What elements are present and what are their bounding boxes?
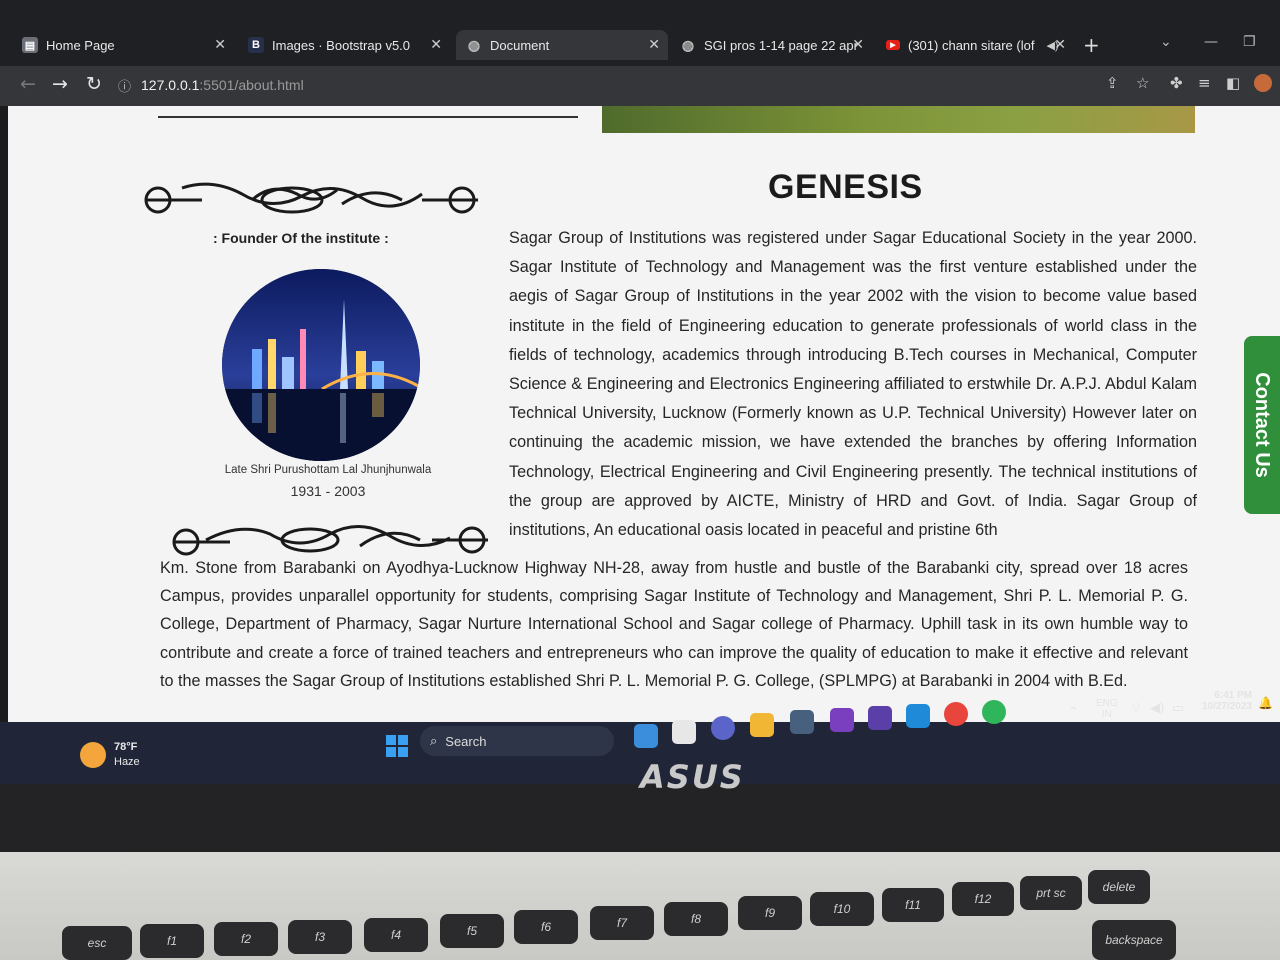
campus-banner-image	[602, 106, 1195, 133]
task-view-icon[interactable]	[672, 720, 696, 744]
info-icon[interactable]: ⓘ	[118, 76, 131, 95]
ornament-divider-top	[144, 182, 478, 214]
tab-title: Document	[490, 37, 550, 53]
vscode-icon[interactable]	[906, 704, 930, 728]
dotnet-icon[interactable]	[868, 706, 892, 730]
founder-photo	[222, 269, 420, 461]
tab-home-page[interactable]: ▤ Home Page ✕	[12, 30, 234, 60]
key-f1[interactable]: f1	[140, 924, 204, 958]
tab-title: Images · Bootstrap v5.0	[272, 37, 411, 53]
restore-icon[interactable]: ❐	[1243, 34, 1256, 50]
key-delete[interactable]: delete	[1088, 870, 1150, 904]
clock-date: 10/27/2023	[1201, 701, 1252, 712]
forward-icon[interactable]: →	[52, 73, 68, 95]
key-f4[interactable]: f4	[364, 918, 428, 952]
bootstrap-icon: B	[248, 37, 264, 53]
key-f2[interactable]: f2	[214, 922, 278, 956]
reload-icon[interactable]: ↻	[86, 73, 102, 95]
page-viewport: : Founder Of the institute : Late Shri P…	[8, 106, 1280, 734]
chrome-icon[interactable]	[944, 702, 968, 726]
new-tab-icon[interactable]: +	[1083, 33, 1100, 57]
clock[interactable]: 6:41 PM 10/27/2023	[1198, 690, 1252, 712]
youtube-icon: ▶	[886, 40, 900, 50]
minimize-icon[interactable]: —	[1204, 34, 1218, 50]
weather-widget[interactable]: 78°F Haze	[80, 740, 140, 770]
volume-icon[interactable]: ◀)	[1150, 700, 1164, 716]
founder-label: : Founder Of the institute :	[213, 230, 389, 246]
contact-us-button[interactable]: Contact Us	[1244, 336, 1280, 514]
key-f7[interactable]: f7	[590, 906, 654, 940]
globe-icon: ◍	[681, 36, 695, 53]
profile-avatar[interactable]	[1254, 74, 1272, 92]
globe-icon: ◍	[467, 36, 481, 53]
tab-document[interactable]: ◍ Document ✕	[456, 30, 668, 60]
founder-name: Late Shri Purushottam Lal Jhunjhunwala	[224, 464, 432, 476]
tab-title: SGI pros 1-14 page 22 apr	[704, 37, 858, 53]
widgets-icon[interactable]	[634, 724, 658, 748]
key-f11[interactable]: f11	[882, 888, 944, 922]
side-panel-icon[interactable]: ◧	[1226, 74, 1240, 92]
genesis-heading: GENESIS	[768, 168, 923, 206]
key-f9[interactable]: f9	[738, 896, 802, 930]
taskbar-search[interactable]: ⌕ Search	[420, 726, 614, 756]
reading-list-icon[interactable]: ≡	[1198, 74, 1211, 92]
key-f3[interactable]: f3	[288, 920, 352, 954]
key-esc[interactable]: esc	[62, 926, 132, 960]
teams-chat-icon[interactable]	[711, 716, 735, 740]
contact-us-label: Contact Us	[1251, 372, 1273, 478]
close-icon[interactable]: ✕	[430, 36, 442, 53]
share-icon[interactable]: ⇪	[1106, 74, 1119, 92]
battery-icon[interactable]: ▭	[1172, 700, 1184, 716]
file-explorer-icon[interactable]	[750, 713, 774, 737]
weather-sun-icon	[80, 742, 106, 768]
genesis-paragraph: Sagar Group of Institutions was register…	[509, 229, 1197, 540]
url-path: :5501/about.html	[199, 77, 304, 93]
key-f8[interactable]: f8	[664, 902, 728, 936]
tab-youtube[interactable]: ▶ (301) chann sitare (lof ◀) ✕	[876, 30, 1074, 60]
close-icon[interactable]: ✕	[648, 36, 660, 53]
key-f6[interactable]: f6	[514, 910, 578, 944]
url-host: 127.0.0.1	[141, 77, 200, 93]
key-f12[interactable]: f12	[952, 882, 1014, 916]
address-bar[interactable]: ⓘ 127.0.0.1:5501/about.html	[118, 71, 1118, 99]
visual-studio-icon[interactable]	[830, 708, 854, 732]
tab-title: Home Page	[46, 37, 115, 53]
tab-sgi-pros[interactable]: ◍ SGI pros 1-14 page 22 apr ✕	[670, 30, 872, 60]
laptop-brand-logo: ASUS	[640, 758, 745, 796]
tab-bootstrap-images[interactable]: B Images · Bootstrap v5.0 ✕	[238, 30, 450, 60]
key-f5[interactable]: f5	[440, 914, 504, 948]
genesis-paragraph-continued: Km. Stone from Barabanki on Ayodhya-Luck…	[160, 559, 1188, 690]
language-indicator[interactable]: ENG IN	[1096, 698, 1118, 720]
notification-bell-icon[interactable]: 🔔	[1258, 696, 1273, 710]
language-top: ENG	[1096, 698, 1118, 709]
page-icon: ▤	[22, 37, 38, 53]
whatsapp-icon[interactable]	[982, 700, 1006, 724]
founder-years: 1931 - 2003	[290, 483, 366, 499]
search-label: Search	[445, 733, 487, 749]
divider-line	[158, 116, 578, 118]
key-backspace[interactable]: backspace	[1092, 920, 1176, 960]
chevron-up-icon[interactable]: ⌃	[1068, 704, 1079, 720]
weather-temp: 78°F	[114, 741, 138, 753]
tab-search-icon[interactable]: ⌄	[1160, 34, 1172, 50]
extensions-icon[interactable]: ✤	[1170, 74, 1183, 92]
wifi-icon[interactable]: ⌔	[1130, 700, 1142, 716]
clock-time: 6:41 PM	[1214, 690, 1252, 701]
close-icon[interactable]: ✕	[852, 36, 864, 53]
close-icon[interactable]: ✕	[214, 36, 226, 53]
snipping-tool-icon[interactable]	[790, 710, 814, 734]
weather-desc: Haze	[114, 756, 140, 768]
back-icon[interactable]: ←	[20, 73, 36, 95]
language-bottom: IN	[1101, 709, 1112, 720]
search-icon: ⌕	[430, 733, 438, 748]
key-prt-sc[interactable]: prt sc	[1020, 876, 1082, 910]
windows-start-icon[interactable]	[386, 735, 408, 757]
close-icon[interactable]: ✕	[1054, 36, 1066, 53]
bookmark-star-icon[interactable]: ☆	[1136, 74, 1149, 92]
key-f10[interactable]: f10	[810, 892, 874, 926]
tab-title: (301) chann sitare (lof	[908, 37, 1035, 53]
